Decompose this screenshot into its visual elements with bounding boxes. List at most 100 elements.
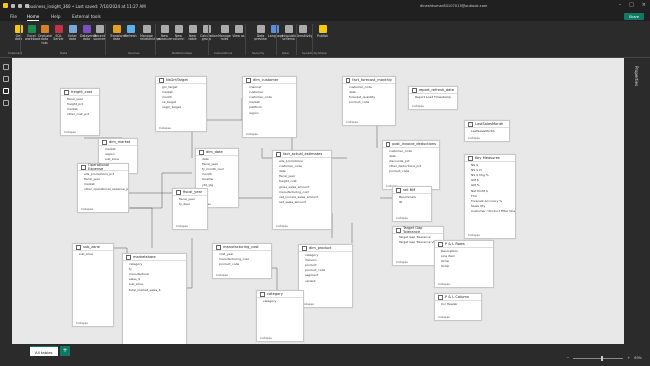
collapse-button[interactable]: Collapse	[396, 216, 408, 220]
table-card-post-invoice-deductions[interactable]: post_invoice_deductions customer_code date…	[382, 140, 440, 190]
table-field[interactable]: Col Header	[435, 301, 481, 306]
collapse-button[interactable]: Collapse	[412, 104, 424, 108]
collapse-button[interactable]: Collapse	[176, 224, 188, 228]
zoom-in-icon[interactable]: +	[627, 356, 630, 360]
table-card-operational-expense[interactable]: Operational Expense ads_promotions_pct fis…	[77, 163, 129, 213]
tab-external-tools[interactable]: External tools	[72, 14, 101, 19]
undo-icon[interactable]	[18, 3, 22, 8]
table-field[interactable]: product_code	[213, 261, 271, 266]
table-card-title[interactable]: dim_date	[196, 149, 238, 156]
table-field[interactable]: LastSalesMonth	[465, 128, 509, 133]
table-card-title[interactable]: set BM	[393, 187, 431, 194]
table-field[interactable]: Order	[435, 264, 493, 269]
zoom-slider[interactable]	[573, 355, 624, 361]
table-card-dim-customer[interactable]: dim_customer channel customer customer_code…	[242, 76, 297, 138]
report-view-icon[interactable]	[3, 64, 9, 70]
table-card-title[interactable]: dim_customer	[243, 77, 296, 84]
ribbon-button-16[interactable]: Data preview	[254, 25, 267, 42]
collapse-button[interactable]: Collapse	[468, 233, 480, 237]
table-field[interactable]: category	[257, 298, 303, 303]
ribbon-button-10[interactable]: New measure	[158, 25, 172, 42]
collapse-button[interactable]: Collapse	[396, 260, 408, 264]
tab-file[interactable]: File	[10, 14, 17, 19]
ribbon-button-20[interactable]: Publish	[316, 25, 329, 38]
table-card-report-refresh-date[interactable]: report_refresh_date Report Load Timestamp…	[408, 86, 458, 110]
table-field[interactable]: ID	[393, 199, 431, 204]
table-card-title[interactable]: Key Measures	[465, 155, 515, 162]
ribbon-button-0[interactable]: Get data	[12, 25, 25, 42]
table-card-title[interactable]: NsGmTarget	[156, 77, 206, 84]
maximize-icon[interactable]: □	[629, 2, 634, 8]
zoom-out-icon[interactable]: −	[566, 356, 569, 360]
ribbon-button-5[interactable]: Dataverse data	[80, 25, 96, 42]
table-card-key-measures[interactable]: Key Measures NS $ NS $ LY NS $ Chg % GM $ GM …	[464, 154, 516, 239]
table-card-title[interactable]: dim_product	[299, 245, 352, 252]
table-card-p-l-rows[interactable]: P & L Rows Description Line Item Order Order…	[434, 240, 494, 288]
table-card-title[interactable]: category	[257, 291, 303, 298]
table-card-fiscal-year[interactable]: fiscal_year fiscal_year fy_desc Collapse	[172, 188, 208, 230]
table-card-title[interactable]: LastSalesMonth	[465, 121, 509, 128]
table-card-set-bm[interactable]: set BM Benchmark ID Collapse	[392, 186, 432, 222]
close-icon[interactable]: ×	[642, 2, 646, 8]
ribbon-button-2[interactable]: OneLake data hub	[38, 25, 52, 45]
ribbon-button-7[interactable]: Transform data	[110, 25, 126, 42]
collapse-button[interactable]: Collapse	[159, 126, 171, 130]
table-card-category[interactable]: category category Collapse	[256, 290, 304, 342]
model-canvas[interactable]: freight_cost fiscal_year freight_pct market…	[12, 58, 624, 344]
table-card-freight-cost[interactable]: freight_cost fiscal_year freight_pct market…	[60, 88, 100, 136]
ribbon-button-19[interactable]: Sensitivity	[296, 25, 313, 38]
table-card-title[interactable]: Operational Expense	[78, 163, 128, 171]
collapse-button[interactable]: Collapse	[346, 120, 358, 124]
collapse-button[interactable]: Collapse	[468, 136, 480, 140]
table-card-lastsalesmonth[interactable]: LastSalesMonth LastSalesMonth Collapse	[464, 120, 510, 142]
table-card-fact-actual-estimates[interactable]: fact_actual_estimates ads_promotions custo…	[272, 150, 332, 230]
ribbon-button-3[interactable]: SQL Server	[52, 25, 65, 42]
user-account[interactable]: dineshkumar83107013@outlook.com	[420, 4, 487, 8]
table-card-manufacturing-cost[interactable]: manufacturing_cost cost_year manufacturing…	[212, 243, 272, 279]
table-field[interactable]: other_cost_pct	[61, 112, 99, 117]
ribbon-button-14[interactable]: Manage roles	[218, 25, 231, 42]
table-field[interactable]: net_sales_amount	[273, 200, 331, 205]
table-card-sub-zone[interactable]: sub_zone sub_zone Collapse	[72, 243, 114, 327]
table-card-title[interactable]: fiscal_year	[173, 189, 207, 196]
properties-label[interactable]: Properties	[634, 66, 639, 86]
ribbon-button-1[interactable]: Excel workbook	[25, 25, 40, 42]
minimize-icon[interactable]: –	[619, 2, 622, 8]
table-field[interactable]: sub_zone	[99, 156, 137, 161]
table-field[interactable]: product_code	[383, 169, 439, 174]
ribbon-button-13[interactable]: Calculation group	[200, 25, 218, 42]
collapse-button[interactable]: Collapse	[276, 224, 288, 228]
table-card-title[interactable]: manufacturing_cost	[213, 244, 271, 251]
table-field[interactable]: ytd_ytg	[196, 182, 238, 187]
table-field[interactable]: nsgm_target	[156, 105, 206, 110]
table-field[interactable]: product_code	[343, 100, 395, 105]
collapse-button[interactable]: Collapse	[438, 315, 450, 319]
ribbon-button-11[interactable]: New column	[172, 25, 185, 42]
table-field[interactable]: region	[243, 110, 296, 115]
model-view-icon[interactable]	[3, 88, 9, 94]
table-field[interactable]: total_market_sales_$	[123, 287, 186, 292]
table-field[interactable]: Report Load Timestamp	[409, 94, 457, 99]
table-field[interactable]: Customer / Product Filter Check	[465, 209, 515, 214]
tab-help[interactable]: Help	[51, 14, 61, 19]
ribbon-button-9[interactable]: Manage relationships	[140, 25, 160, 42]
table-card-title[interactable]: freight_cost	[61, 89, 99, 96]
save-icon[interactable]	[11, 3, 15, 8]
table-card-title[interactable]: dim_market	[99, 139, 137, 146]
share-button[interactable]: Share	[623, 13, 644, 20]
table-field[interactable]: sub_zone	[73, 251, 113, 256]
table-card-title[interactable]: fact_actual_estimates	[273, 151, 331, 158]
ribbon-button-18[interactable]: Linguistic schema	[282, 25, 297, 42]
collapse-button[interactable]: Collapse	[81, 207, 93, 211]
ribbon-button-12[interactable]: New table	[186, 25, 199, 42]
table-card-title[interactable]: sub_zone	[73, 244, 113, 251]
collapse-button[interactable]: Collapse	[64, 130, 76, 134]
table-card-title[interactable]: report_refresh_date	[409, 87, 457, 94]
ribbon-button-15[interactable]: View as	[232, 25, 245, 38]
tab-all-tables[interactable]: All tables	[30, 346, 58, 356]
table-card-title[interactable]: P & L Column	[435, 294, 481, 301]
table-card-title[interactable]: Target Gap Tolerance	[393, 226, 443, 234]
table-card-title[interactable]: post_invoice_deductions	[383, 141, 439, 148]
dax-query-icon[interactable]	[3, 100, 9, 106]
table-card-marketshare[interactable]: marketshare category fy manufacturer sales_$…	[122, 253, 187, 344]
